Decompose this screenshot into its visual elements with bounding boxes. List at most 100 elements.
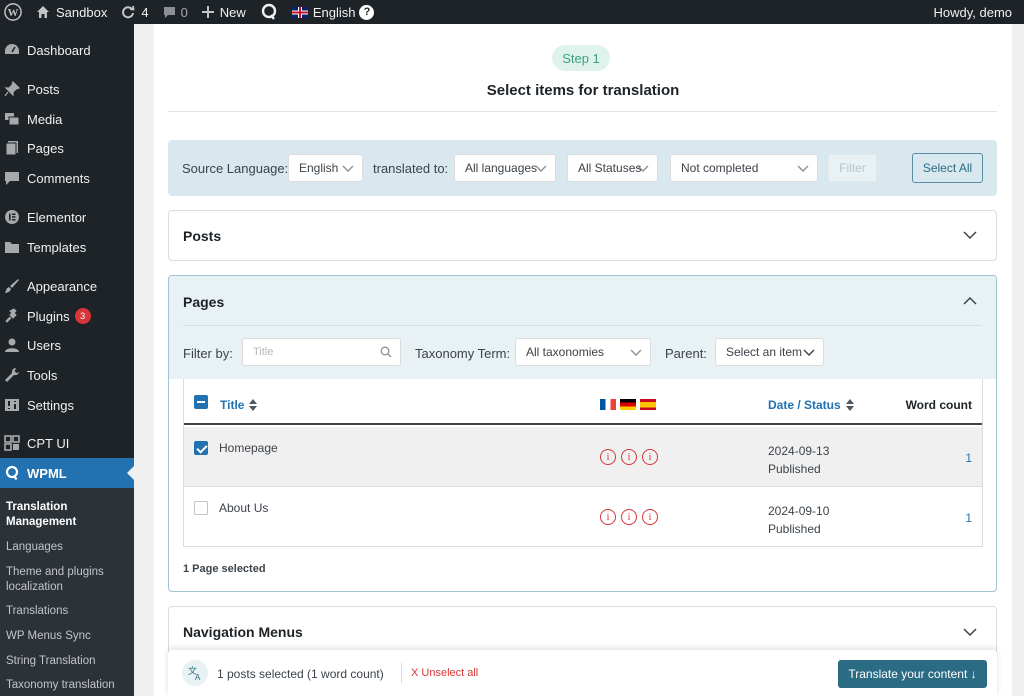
info-status-icon[interactable]: i — [600, 449, 616, 465]
wordpress-logo-icon[interactable]: W — [0, 0, 29, 24]
info-status-icon[interactable]: i — [642, 449, 658, 465]
chevron-down-icon — [535, 165, 547, 172]
translate-content-button[interactable]: Translate your content ↓ — [838, 660, 987, 688]
sidebar-item-label: Appearance — [27, 278, 98, 294]
chevron-down-icon[interactable] — [963, 230, 977, 240]
sidebar-item-elementor[interactable]: Elementor — [0, 202, 134, 232]
site-name-link[interactable]: Sandbox — [29, 0, 114, 24]
parent-select[interactable]: Select an item — [715, 338, 824, 366]
help-icon[interactable]: ? — [359, 4, 375, 20]
sidebar-item-pages[interactable]: Pages — [0, 133, 134, 163]
info-status-icon[interactable]: i — [642, 509, 658, 525]
admin-bar: W Sandbox 4 0 New English ? Howdy, demo — [0, 0, 1024, 24]
column-date-status-header[interactable]: Date / Status — [768, 398, 854, 412]
sidebar-item-label: Tools — [27, 367, 58, 383]
status-select[interactable]: All Statuses — [567, 154, 658, 182]
submenu-taxonomy-translation[interactable]: Taxonomy translation — [6, 678, 132, 693]
completion-select[interactable]: Not completed — [670, 154, 818, 182]
submenu-languages[interactable]: Languages — [6, 540, 132, 555]
sidebar-item-settings[interactable]: Settings — [0, 390, 134, 420]
page-title: Select items for translation — [486, 82, 680, 99]
step-indicator: Step 1 — [552, 45, 610, 71]
select-all-checkbox[interactable] — [194, 395, 208, 409]
greeting-text: Howdy, demo — [933, 4, 1012, 20]
posts-section[interactable]: Posts — [168, 210, 997, 261]
row-checkbox[interactable] — [194, 441, 208, 455]
info-status-icon[interactable]: i — [600, 509, 616, 525]
sidebar-item-plugins[interactable]: Plugins 3 — [0, 301, 134, 331]
wpml-icon — [5, 465, 19, 481]
title-search-input[interactable]: Title — [242, 338, 401, 366]
sidebar-item-label: Elementor — [27, 209, 87, 225]
sidebar-item-posts[interactable]: Posts — [0, 74, 134, 104]
sidebar-item-label: WPML — [27, 465, 67, 481]
chevron-down-icon — [803, 349, 815, 356]
row-word-count[interactable]: 1 — [965, 511, 972, 525]
section-title: Navigation Menus — [183, 624, 303, 640]
select-value: All languages — [465, 161, 538, 175]
submenu-theme-plugins-localization[interactable]: Theme and plugins localization — [6, 565, 132, 595]
updates-link[interactable]: 4 — [114, 0, 155, 24]
divider — [168, 111, 997, 112]
comments-count: 0 — [180, 4, 188, 20]
sidebar-item-templates[interactable]: Templates — [0, 232, 134, 262]
sidebar-item-tools[interactable]: Tools — [0, 360, 134, 390]
table-row[interactable]: About Us i i i 2024-09-10 Published 1 — [184, 487, 982, 547]
sidebar-item-appearance[interactable]: Appearance — [0, 271, 134, 301]
language-switcher[interactable]: English ? — [285, 0, 382, 24]
row-word-count[interactable]: 1 — [965, 451, 972, 465]
table-row[interactable]: Homepage i i i 2024-09-13 Published 1 — [184, 427, 982, 487]
spanish-flag-icon — [640, 399, 656, 410]
user-greeting[interactable]: Howdy, demo — [926, 0, 1024, 24]
sidebar-item-media[interactable]: Media — [0, 104, 134, 134]
row-title: Homepage — [219, 441, 278, 455]
unselect-all-link[interactable]: X Unselect all — [411, 667, 478, 679]
pages-icon — [5, 141, 18, 156]
filter-bar: Source Language: English translated to: … — [168, 140, 997, 196]
user-icon — [5, 338, 19, 352]
sidebar-item-label: Dashboard — [27, 42, 91, 58]
column-title-header[interactable]: Title — [220, 398, 258, 412]
comments-link[interactable]: 0 — [156, 0, 195, 24]
info-status-icon[interactable]: i — [621, 449, 637, 465]
submenu-translations[interactable]: Translations — [6, 604, 132, 619]
row-status: Published — [768, 462, 821, 476]
sidebar-item-dashboard[interactable]: Dashboard — [0, 35, 134, 65]
select-all-button[interactable]: Select All — [912, 153, 983, 183]
submenu-string-translation[interactable]: String Translation — [6, 654, 132, 669]
new-label: New — [219, 4, 246, 20]
translation-dashboard-panel: Step 1 Select items for translation Sour… — [154, 24, 1012, 696]
source-language-select[interactable]: English — [288, 154, 363, 182]
submenu-translation-management[interactable]: Translation Management — [6, 500, 132, 530]
sidebar-item-comments[interactable]: Comments — [0, 163, 134, 193]
main-content: Step 1 Select items for translation Sour… — [134, 24, 1024, 696]
svg-text:W: W — [8, 7, 19, 19]
sidebar-item-label: Media — [27, 111, 63, 127]
chevron-up-icon[interactable] — [963, 296, 977, 306]
chevron-down-icon[interactable] — [963, 627, 977, 637]
target-languages-select[interactable]: All languages — [454, 154, 556, 182]
selection-summary-bar: 文A 1 posts selected (1 word count) X Uns… — [168, 650, 997, 696]
chevron-down-icon — [342, 165, 354, 172]
taxonomy-select[interactable]: All taxonomies — [515, 338, 651, 366]
parent-label: Parent: — [665, 346, 707, 361]
media-icon — [5, 113, 20, 126]
dashboard-icon — [5, 44, 19, 54]
sidebar-item-cpt-ui[interactable]: CPT UI — [0, 428, 134, 458]
sidebar-item-users[interactable]: Users — [0, 330, 134, 360]
new-content-link[interactable]: New — [195, 0, 253, 24]
row-checkbox[interactable] — [194, 501, 208, 515]
sidebar-item-wpml[interactable]: WPML — [0, 458, 134, 488]
pages-section: Pages Filter by: Title Taxonomy Term: Al… — [168, 275, 997, 592]
select-value: English — [299, 161, 339, 175]
submenu-wp-menus-sync[interactable]: WP Menus Sync — [6, 629, 132, 644]
comment-icon — [5, 172, 19, 185]
info-status-icon[interactable]: i — [621, 509, 637, 525]
filter-button[interactable]: Filter — [828, 154, 877, 182]
section-title: Pages — [183, 294, 225, 310]
select-value: All taxonomies — [526, 345, 605, 359]
sidebar-item-label: CPT UI — [27, 435, 70, 451]
selection-summary: 1 posts selected (1 word count) — [217, 667, 384, 681]
sidebar-item-label: Comments — [27, 170, 90, 186]
wpml-adminbar-icon[interactable] — [253, 0, 285, 24]
